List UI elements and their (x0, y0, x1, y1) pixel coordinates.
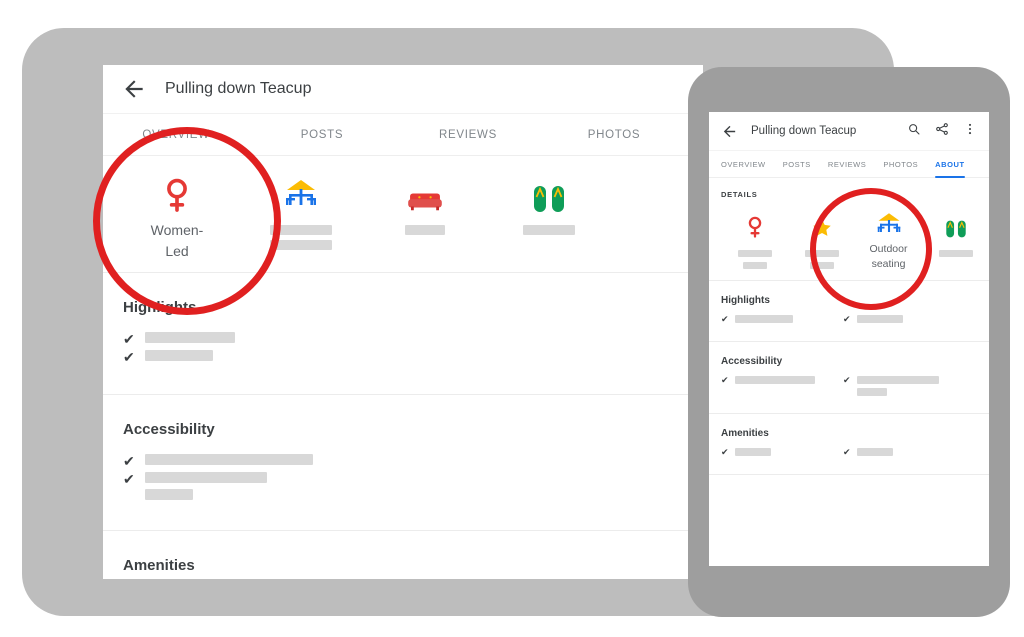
placeholder-bar (856, 448, 893, 456)
detail-item-women-led[interactable] (721, 205, 788, 272)
search-icon[interactable] (907, 122, 921, 141)
flip-flops-icon (945, 205, 967, 239)
section-rows-accessibility: ✔ ✔ (103, 438, 703, 530)
list-item[interactable]: ✔ (123, 454, 463, 468)
tab-posts[interactable]: POSTS (249, 114, 395, 155)
list-item[interactable]: ✔ (843, 448, 965, 457)
placeholder-bar (270, 240, 332, 250)
section-title-amenities: Amenities (721, 428, 769, 439)
check-icon: ✔ (843, 447, 851, 457)
list-item[interactable]: ✔ (721, 376, 843, 396)
check-icon: ✔ (843, 375, 851, 385)
detail-item-flip-flops[interactable] (487, 170, 611, 262)
placeholder-bar (856, 376, 939, 384)
placeholder-bar (737, 250, 772, 257)
placeholder-lines (856, 376, 939, 396)
section-accessibility: Accessibility ✔ ✔ (709, 341, 989, 413)
phone-tab-row: OVERVIEW POSTS REVIEWS PHOTOS ABOUT (709, 151, 989, 178)
placeholder-bar (856, 388, 887, 396)
overflow-menu-icon[interactable] (963, 122, 977, 141)
placeholder-bar (144, 472, 267, 483)
section-divider-bottom (709, 474, 989, 476)
placeholder-bar (734, 315, 793, 323)
placeholder-bar (144, 454, 313, 465)
tab-overview[interactable]: OVERVIEW (721, 151, 766, 177)
placeholder-bar (144, 350, 213, 361)
sofa-icon (406, 170, 444, 214)
placeholder-lines (144, 332, 235, 343)
placeholder-lines (144, 350, 213, 361)
section-rows-amenities: ✔ ✔ (709, 439, 989, 474)
back-arrow-icon[interactable] (721, 123, 738, 140)
flip-flops-icon (532, 170, 566, 214)
detail-item-sofa[interactable] (363, 170, 487, 262)
tablet-app-bar: Pulling down Teacup (103, 65, 703, 114)
detail-placeholders-sofa (405, 225, 445, 235)
placeholder-lines (734, 315, 793, 323)
placeholder-lines (144, 472, 267, 500)
check-icon: ✔ (123, 471, 135, 487)
screenshot-stage: Pulling down Teacup OVERVIEW POSTS REVIE… (0, 0, 1024, 637)
venus-women-led-icon (743, 205, 767, 239)
phone-screen: Pulling down Teacup OVERVIEW POSTS REVIE… (709, 112, 989, 566)
section-amenities: Amenities ✔ ✔ (709, 413, 989, 474)
list-item[interactable]: ✔ (123, 332, 463, 346)
check-icon: ✔ (123, 331, 135, 347)
page-title: Pulling down Teacup (751, 125, 857, 137)
check-icon: ✔ (843, 314, 851, 324)
section-rows-highlights: ✔ ✔ (709, 306, 989, 341)
placeholder-bar (938, 250, 973, 257)
section-amenities: Amenities ✔ ✔ (103, 530, 703, 579)
page-title: Pulling down Teacup (165, 80, 312, 97)
section-title-accessibility: Accessibility (721, 356, 783, 367)
placeholder-lines (856, 315, 903, 323)
tab-about[interactable]: ABOUT (935, 151, 966, 178)
placeholder-bar (144, 332, 235, 343)
list-item[interactable]: ✔ (721, 448, 843, 457)
detail-placeholders-flip-flops (938, 250, 973, 257)
placeholder-bar (734, 448, 771, 456)
share-icon[interactable] (935, 122, 949, 141)
placeholder-bar (144, 489, 193, 500)
check-icon: ✔ (721, 447, 729, 457)
list-item[interactable]: ✔ (843, 376, 965, 396)
section-rows-highlights: ✔ ✔ (103, 316, 703, 394)
placeholder-lines (734, 376, 815, 384)
check-icon: ✔ (123, 349, 135, 365)
check-icon: ✔ (721, 375, 729, 385)
list-item[interactable]: ✔ (721, 315, 843, 324)
check-icon: ✔ (123, 453, 135, 469)
tab-posts[interactable]: POSTS (783, 151, 811, 177)
phone-app-bar: Pulling down Teacup (709, 112, 989, 151)
section-title-amenities: Amenities (123, 557, 195, 574)
tab-photos[interactable]: PHOTOS (883, 151, 918, 177)
section-title-accessibility: Accessibility (123, 421, 215, 438)
back-arrow-icon[interactable] (121, 76, 147, 102)
placeholder-bar (856, 315, 903, 323)
section-rows-accessibility: ✔ ✔ (709, 367, 989, 413)
phone-app-bar-actions (907, 122, 989, 141)
placeholder-lines (734, 448, 771, 456)
annotation-circle-women-led (93, 127, 281, 315)
list-item[interactable]: ✔ (843, 315, 965, 324)
placeholder-bar (523, 225, 575, 235)
detail-placeholders-women-led (737, 250, 772, 269)
check-icon: ✔ (721, 314, 729, 324)
detail-item-flip-flops[interactable] (922, 205, 989, 272)
placeholder-lines (144, 454, 313, 465)
tab-reviews[interactable]: REVIEWS (395, 114, 541, 155)
placeholder-bar (742, 262, 767, 269)
tab-photos[interactable]: PHOTOS (541, 114, 687, 155)
outdoor-seating-icon (281, 170, 321, 214)
placeholder-bar (405, 225, 445, 235)
list-item[interactable]: ✔ (123, 350, 463, 364)
section-accessibility: Accessibility ✔ ✔ (103, 394, 703, 530)
section-rows-amenities: ✔ ✔ (103, 574, 703, 579)
annotation-circle-outdoor-seating (810, 188, 932, 310)
placeholder-lines (856, 448, 893, 456)
placeholder-bar (734, 376, 815, 384)
detail-placeholders-flip-flops (523, 225, 575, 235)
tab-reviews[interactable]: REVIEWS (828, 151, 866, 177)
list-item[interactable]: ✔ (123, 472, 463, 500)
